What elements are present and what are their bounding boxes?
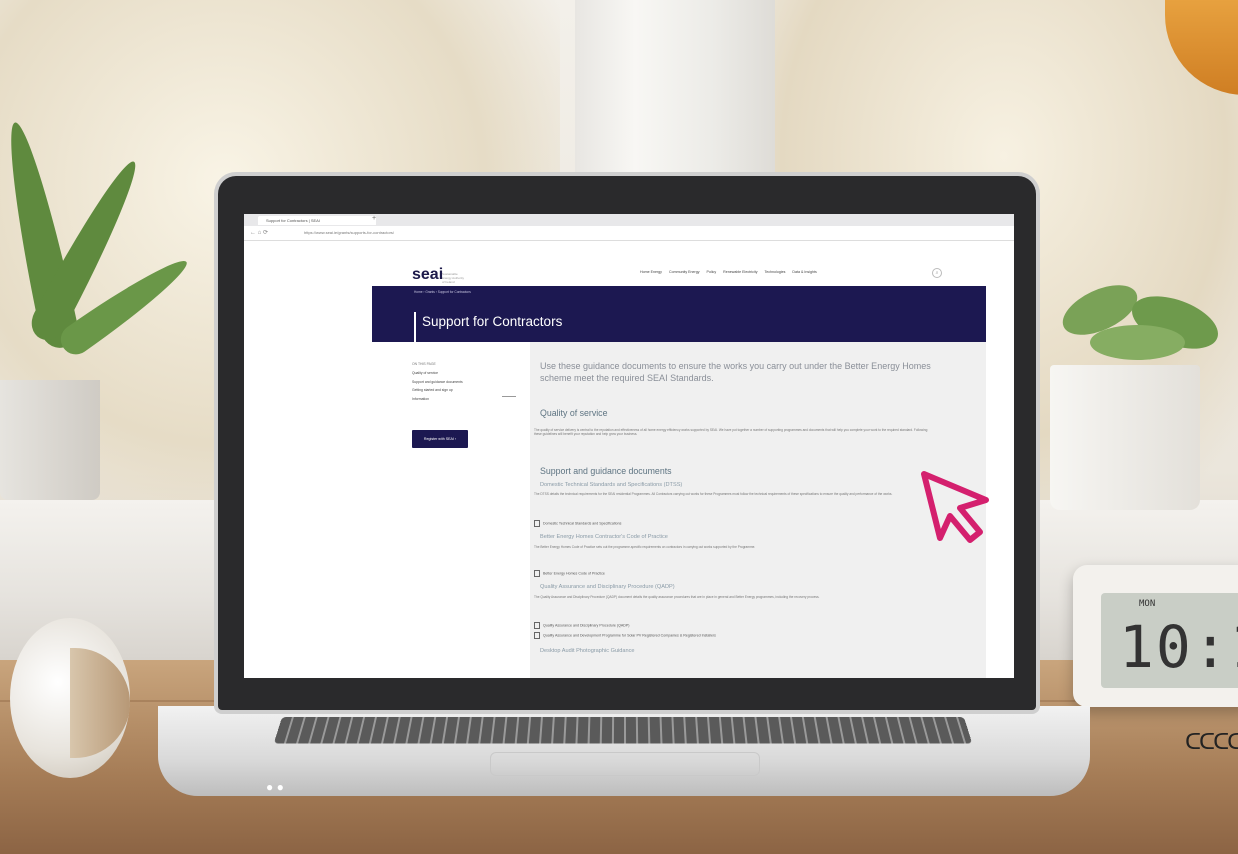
dtss-heading: Domestic Technical Standards and Specifi… <box>540 482 683 488</box>
desk-clock: MON 10:1 <box>1073 565 1238 707</box>
intro-text: Use these guidance documents to ensure t… <box>540 361 931 383</box>
browser-tab[interactable]: Support for Contractors | SEAI <box>258 216 376 225</box>
document-link[interactable]: Quality Assurance and Development Progra… <box>534 632 716 639</box>
document-link[interactable]: Quality Assurance and Disciplinary Proce… <box>534 622 630 629</box>
address-bar: ← ⌂ ⟳ https://www.seai.ie/grants/support… <box>244 226 1014 241</box>
document-link-label[interactable]: Quality Assurance and Development Progra… <box>543 633 716 637</box>
document-link[interactable]: Better Energy Homes Code of Practice <box>534 570 605 577</box>
qadp-heading: Quality Assurance and Disciplinary Proce… <box>540 584 675 590</box>
clock-day: MON <box>1139 599 1156 609</box>
nav-item-community-energy[interactable]: Community Energy <box>669 270 700 274</box>
document-icon <box>534 570 540 577</box>
document-icon <box>534 632 540 639</box>
document-link-label[interactable]: Better Energy Homes Code of Practice <box>543 571 605 575</box>
breadcrumb[interactable]: Home › Grants › Support for Contractors <box>414 290 471 294</box>
nav-item-data-insights[interactable]: Data & Insights <box>792 270 816 274</box>
laptop-base: ● ● <box>158 706 1090 796</box>
sidebar-link[interactable]: Quality of service <box>412 371 482 376</box>
page-banner: Home › Grants › Support for Contractors … <box>372 286 986 352</box>
new-tab-button[interactable]: + <box>372 215 376 222</box>
notebook-spiral: ᑕᑕᑕᑕ <box>1185 730 1238 755</box>
divider <box>502 396 516 397</box>
cop-heading: Better Energy Homes Contractor's Code of… <box>540 534 668 540</box>
dtss-text: The DTSS details the technical requireme… <box>534 492 893 496</box>
logo-tagline: Sustainable Energy Authority of Ireland <box>442 272 465 284</box>
trackpad <box>490 752 760 776</box>
nav-item-policy[interactable]: Policy <box>707 270 717 274</box>
quality-heading: Quality of service <box>540 408 608 418</box>
cop-text: The Better Energy Homes Code of Practice… <box>534 545 756 549</box>
plant-pot-right <box>1050 365 1200 510</box>
sidebar: On this page Quality of service Support … <box>412 362 482 405</box>
clock-time: 10:1 <box>1119 613 1238 681</box>
document-link-label[interactable]: Quality Assurance and Disciplinary Proce… <box>543 623 630 627</box>
sidebar-link[interactable]: Getting started and sign up <box>412 388 482 393</box>
laptop-screen: Support for Contractors | SEAI + ← ⌂ ⟳ h… <box>244 214 1014 678</box>
document-icon <box>534 520 540 527</box>
main-nav: Home Energy Community Energy Policy Rene… <box>640 270 823 274</box>
plant-leaf <box>1090 325 1185 360</box>
document-icon <box>534 622 540 629</box>
quality-text: The quality of service delivery is centr… <box>534 428 928 437</box>
search-icon[interactable]: ⌕ <box>932 268 942 278</box>
cursor-arrow-icon <box>921 471 989 543</box>
keyboard <box>273 716 973 744</box>
document-link-label[interactable]: Domestic Technical Standards and Specifi… <box>543 521 621 525</box>
seai-logo[interactable]: seai <box>412 266 443 284</box>
banner-accent-bar <box>414 312 416 352</box>
sidebar-link[interactable]: Information <box>412 397 482 402</box>
status-leds: ● ● <box>266 780 284 794</box>
page-title: Support for Contractors <box>422 314 563 329</box>
url-field[interactable]: https://www.seai.ie/grants/supports-for-… <box>304 230 564 235</box>
document-link[interactable]: Domestic Technical Standards and Specifi… <box>534 520 621 527</box>
qadp-text: The Quality Assurance and Disciplinary P… <box>534 595 820 599</box>
site-header: seai Sustainable Energy Authority of Ire… <box>372 260 986 286</box>
cutoff-heading: Desktop Audit Photographic Guidance <box>540 648 635 654</box>
support-heading: Support and guidance documents <box>540 466 672 476</box>
laptop-lid: Support for Contractors | SEAI + ← ⌂ ⟳ h… <box>218 176 1036 710</box>
window-frame <box>575 0 775 200</box>
plant-pot-left <box>0 380 100 500</box>
nav-item-technologies[interactable]: Technologies <box>764 270 785 274</box>
nav-item-home-energy[interactable]: Home Energy <box>640 270 662 274</box>
browser-tab-bar: Support for Contractors | SEAI + <box>244 214 1014 226</box>
sidebar-heading: On this page <box>412 362 436 366</box>
browser-nav-icons[interactable]: ← ⌂ ⟳ <box>250 229 268 236</box>
sidebar-link[interactable]: Support and guidance documents <box>412 380 482 385</box>
clock-display: MON 10:1 <box>1101 593 1238 688</box>
headphones <box>0 608 140 778</box>
nav-item-renewable-electricity[interactable]: Renewable Electricity <box>723 270 757 274</box>
register-button[interactable]: Register with SEAI › <box>412 430 468 448</box>
